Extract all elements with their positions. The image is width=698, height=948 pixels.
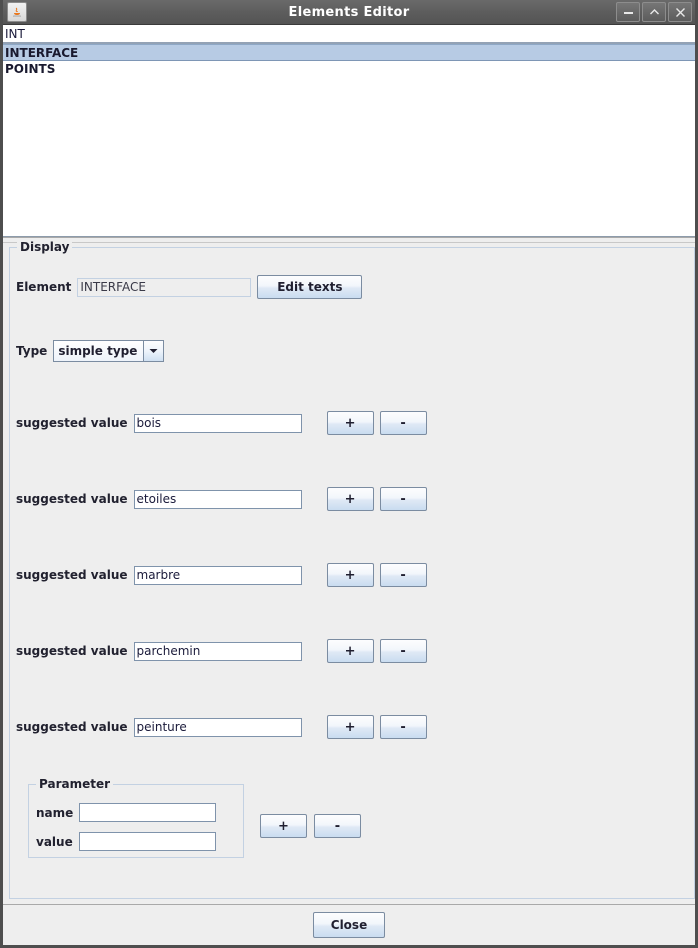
- parameter-name-row: name: [36, 803, 217, 822]
- suggested-value-row: suggested value + -: [16, 715, 427, 739]
- maximize-chevron-icon[interactable]: [642, 2, 666, 22]
- chevron-down-icon[interactable]: [143, 341, 164, 361]
- suggested-value-input[interactable]: [133, 641, 302, 661]
- type-row: Type simple type: [16, 340, 165, 362]
- suggested-value-label: suggested value: [16, 492, 128, 506]
- parameter-buttons: + -: [260, 814, 361, 838]
- parameter-value-label: value: [36, 834, 73, 849]
- java-coffee-icon: [7, 2, 27, 22]
- suggested-value-label: suggested value: [16, 416, 128, 430]
- suggested-value-row: suggested value + -: [16, 563, 427, 587]
- suggested-value-label: suggested value: [16, 720, 128, 734]
- title-bar: Elements Editor: [3, 0, 695, 25]
- type-select-value: simple type: [58, 344, 138, 358]
- suggested-value-input[interactable]: [133, 717, 302, 737]
- list-item[interactable]: POINTS: [3, 61, 695, 78]
- remove-suggested-value-button[interactable]: -: [379, 563, 427, 587]
- suggested-value-label: suggested value: [16, 644, 128, 658]
- list-item[interactable]: INTERFACE: [3, 44, 695, 61]
- suggested-value-label: suggested value: [16, 568, 128, 582]
- window-controls: [616, 2, 695, 22]
- parameter-group-legend: Parameter: [36, 777, 114, 791]
- elements-editor-window: Elements Editor INT INTERFACE POINTS Dis…: [0, 0, 698, 948]
- add-suggested-value-button[interactable]: +: [326, 487, 374, 511]
- parameter-name-label: name: [36, 805, 74, 820]
- parameter-name-input[interactable]: [79, 803, 217, 822]
- add-suggested-value-button[interactable]: +: [326, 563, 374, 587]
- add-suggested-value-button[interactable]: +: [326, 715, 374, 739]
- edit-texts-button[interactable]: Edit texts: [257, 275, 363, 299]
- remove-suggested-value-button[interactable]: -: [379, 639, 427, 663]
- suggested-value-row: suggested value + -: [16, 487, 427, 511]
- minimize-icon[interactable]: [616, 2, 640, 22]
- remove-suggested-value-button[interactable]: -: [379, 487, 427, 511]
- suggested-value-row: suggested value + -: [16, 411, 427, 435]
- suggested-value-input[interactable]: [133, 489, 302, 509]
- parameter-value-input[interactable]: [78, 832, 216, 851]
- type-select[interactable]: simple type: [53, 340, 165, 362]
- display-group-panel: Display Element Edit texts Type simple t…: [9, 240, 695, 899]
- element-list[interactable]: INTERFACE POINTS: [3, 44, 695, 78]
- add-parameter-button[interactable]: +: [260, 814, 307, 838]
- remove-suggested-value-button[interactable]: -: [379, 715, 427, 739]
- close-x-icon[interactable]: [668, 2, 692, 22]
- window-title: Elements Editor: [288, 4, 410, 20]
- suggested-value-input[interactable]: [133, 565, 302, 585]
- element-list-editor-field[interactable]: INT: [3, 25, 695, 44]
- element-row: Element Edit texts: [16, 275, 363, 299]
- panel-divider: [3, 237, 695, 243]
- parameter-value-row: value: [36, 832, 216, 851]
- element-list-panel: INT INTERFACE POINTS: [3, 25, 695, 237]
- suggested-value-row: suggested value + -: [16, 639, 427, 663]
- element-label: Element: [16, 280, 72, 294]
- remove-parameter-button[interactable]: -: [314, 814, 361, 838]
- element-name-input[interactable]: [77, 277, 252, 297]
- type-label: Type: [16, 344, 48, 358]
- footer-bar: Close: [3, 904, 695, 945]
- add-suggested-value-button[interactable]: +: [326, 411, 374, 435]
- close-button[interactable]: Close: [313, 912, 385, 938]
- suggested-value-input[interactable]: [133, 413, 302, 433]
- display-group-legend: Display: [17, 240, 73, 254]
- remove-suggested-value-button[interactable]: -: [379, 411, 427, 435]
- add-suggested-value-button[interactable]: +: [326, 639, 374, 663]
- parameter-group-panel: Parameter name value: [28, 777, 244, 858]
